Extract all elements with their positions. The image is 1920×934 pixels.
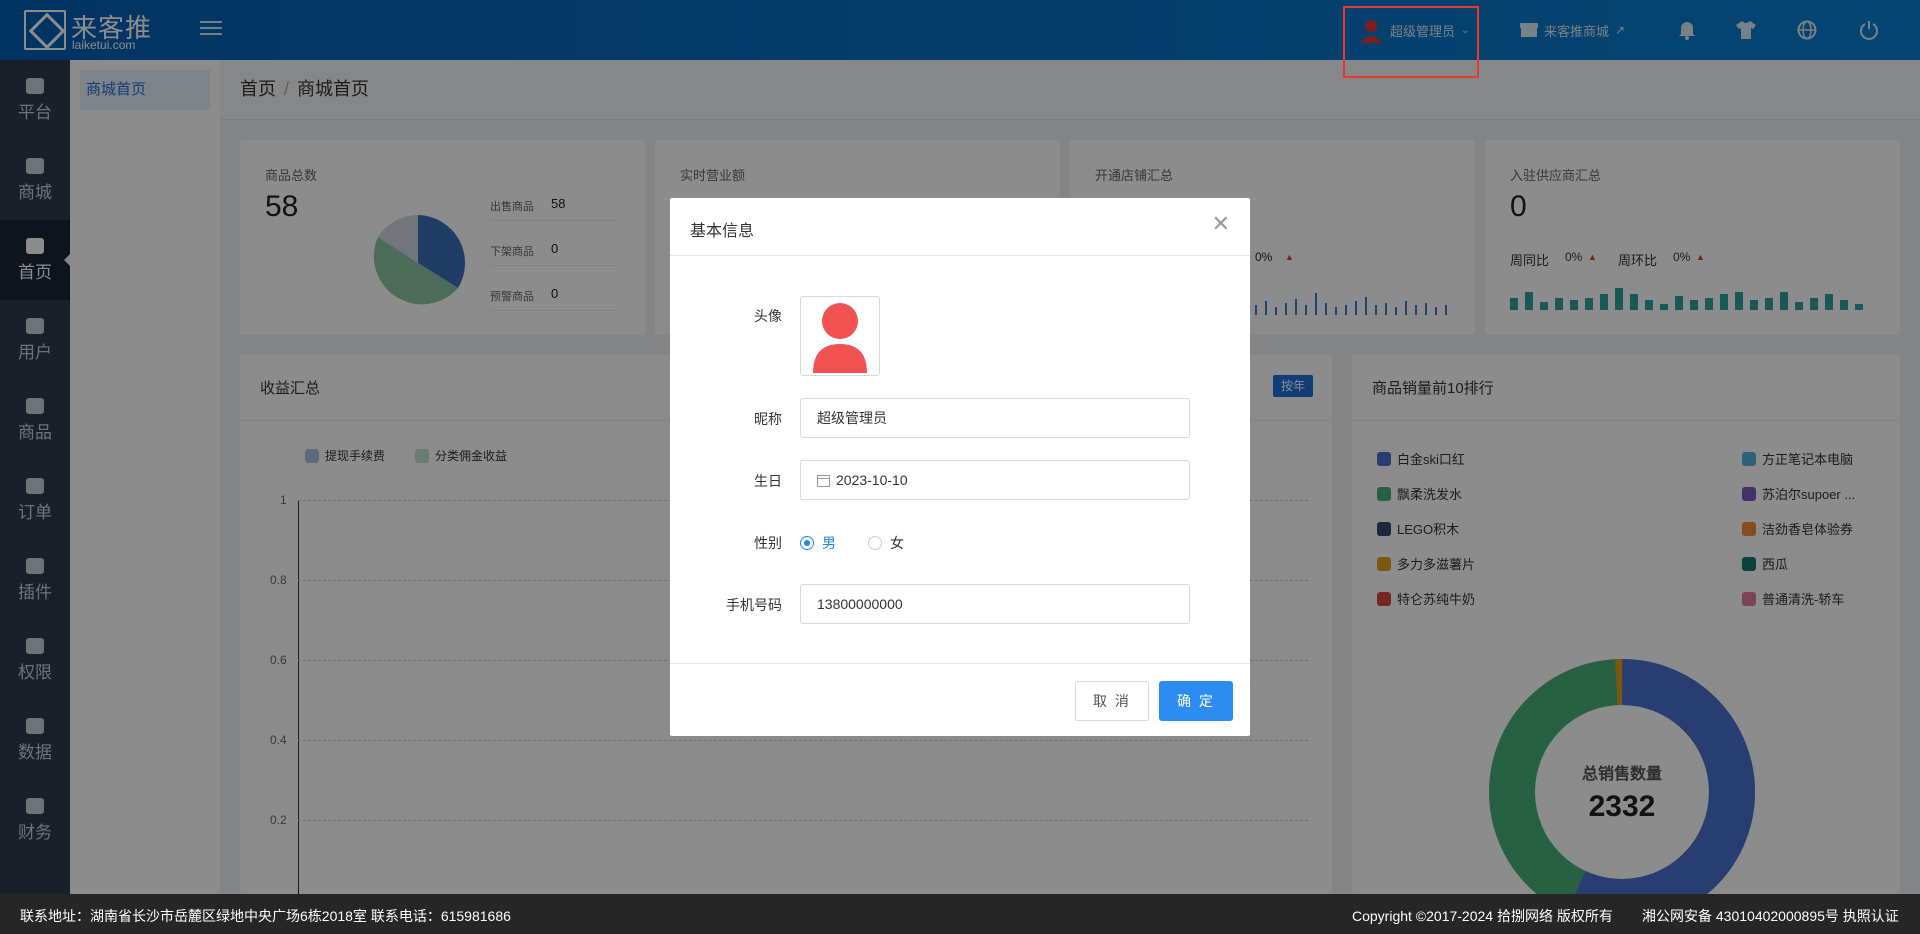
dialog-header: 基本信息 ✕ (670, 198, 1250, 256)
close-icon[interactable]: ✕ (1212, 213, 1230, 235)
basic-info-dialog: 基本信息 ✕ 头像 昵称 超级管理员 生日 2023-10-10 性别 男 女 … (670, 198, 1250, 736)
birthday-picker[interactable]: 2023-10-10 (800, 460, 1190, 500)
gender-radio-female[interactable]: 女 (868, 533, 904, 553)
birthday-value: 2023-10-10 (836, 472, 908, 488)
calendar-icon (817, 474, 830, 487)
footer-icp[interactable]: 湘公网安备 43010402000895号 执照认证 (1642, 906, 1899, 926)
radio-checked-icon (800, 536, 814, 550)
footer-copyright: Copyright ©2017-2024 拾捌网络 版权所有 (1352, 908, 1613, 924)
nickname-input[interactable]: 超级管理员 (800, 398, 1190, 438)
confirm-button[interactable]: 确 定 (1159, 681, 1233, 721)
radio-unchecked-icon (868, 536, 882, 550)
dialog-title: 基本信息 (690, 223, 755, 240)
avatar-icon (813, 303, 867, 373)
phone-label: 手机号码 (726, 597, 782, 613)
gender-label: 性别 (754, 535, 782, 551)
nickname-label: 昵称 (754, 411, 782, 427)
gender-radio-male[interactable]: 男 (800, 533, 836, 553)
birthday-label: 生日 (754, 473, 782, 489)
footer: 联系地址：湖南省长沙市岳麓区绿地中央广场6栋2018室 联系电话：6159816… (0, 894, 1920, 934)
avatar-label: 头像 (754, 308, 782, 324)
footer-address: 联系地址：湖南省长沙市岳麓区绿地中央广场6栋2018室 联系电话：6159816… (20, 908, 511, 924)
avatar-upload[interactable] (800, 296, 880, 376)
cancel-button[interactable]: 取 消 (1075, 681, 1149, 721)
highlight-box (1343, 6, 1479, 78)
phone-input[interactable]: 13800000000 (800, 584, 1190, 624)
